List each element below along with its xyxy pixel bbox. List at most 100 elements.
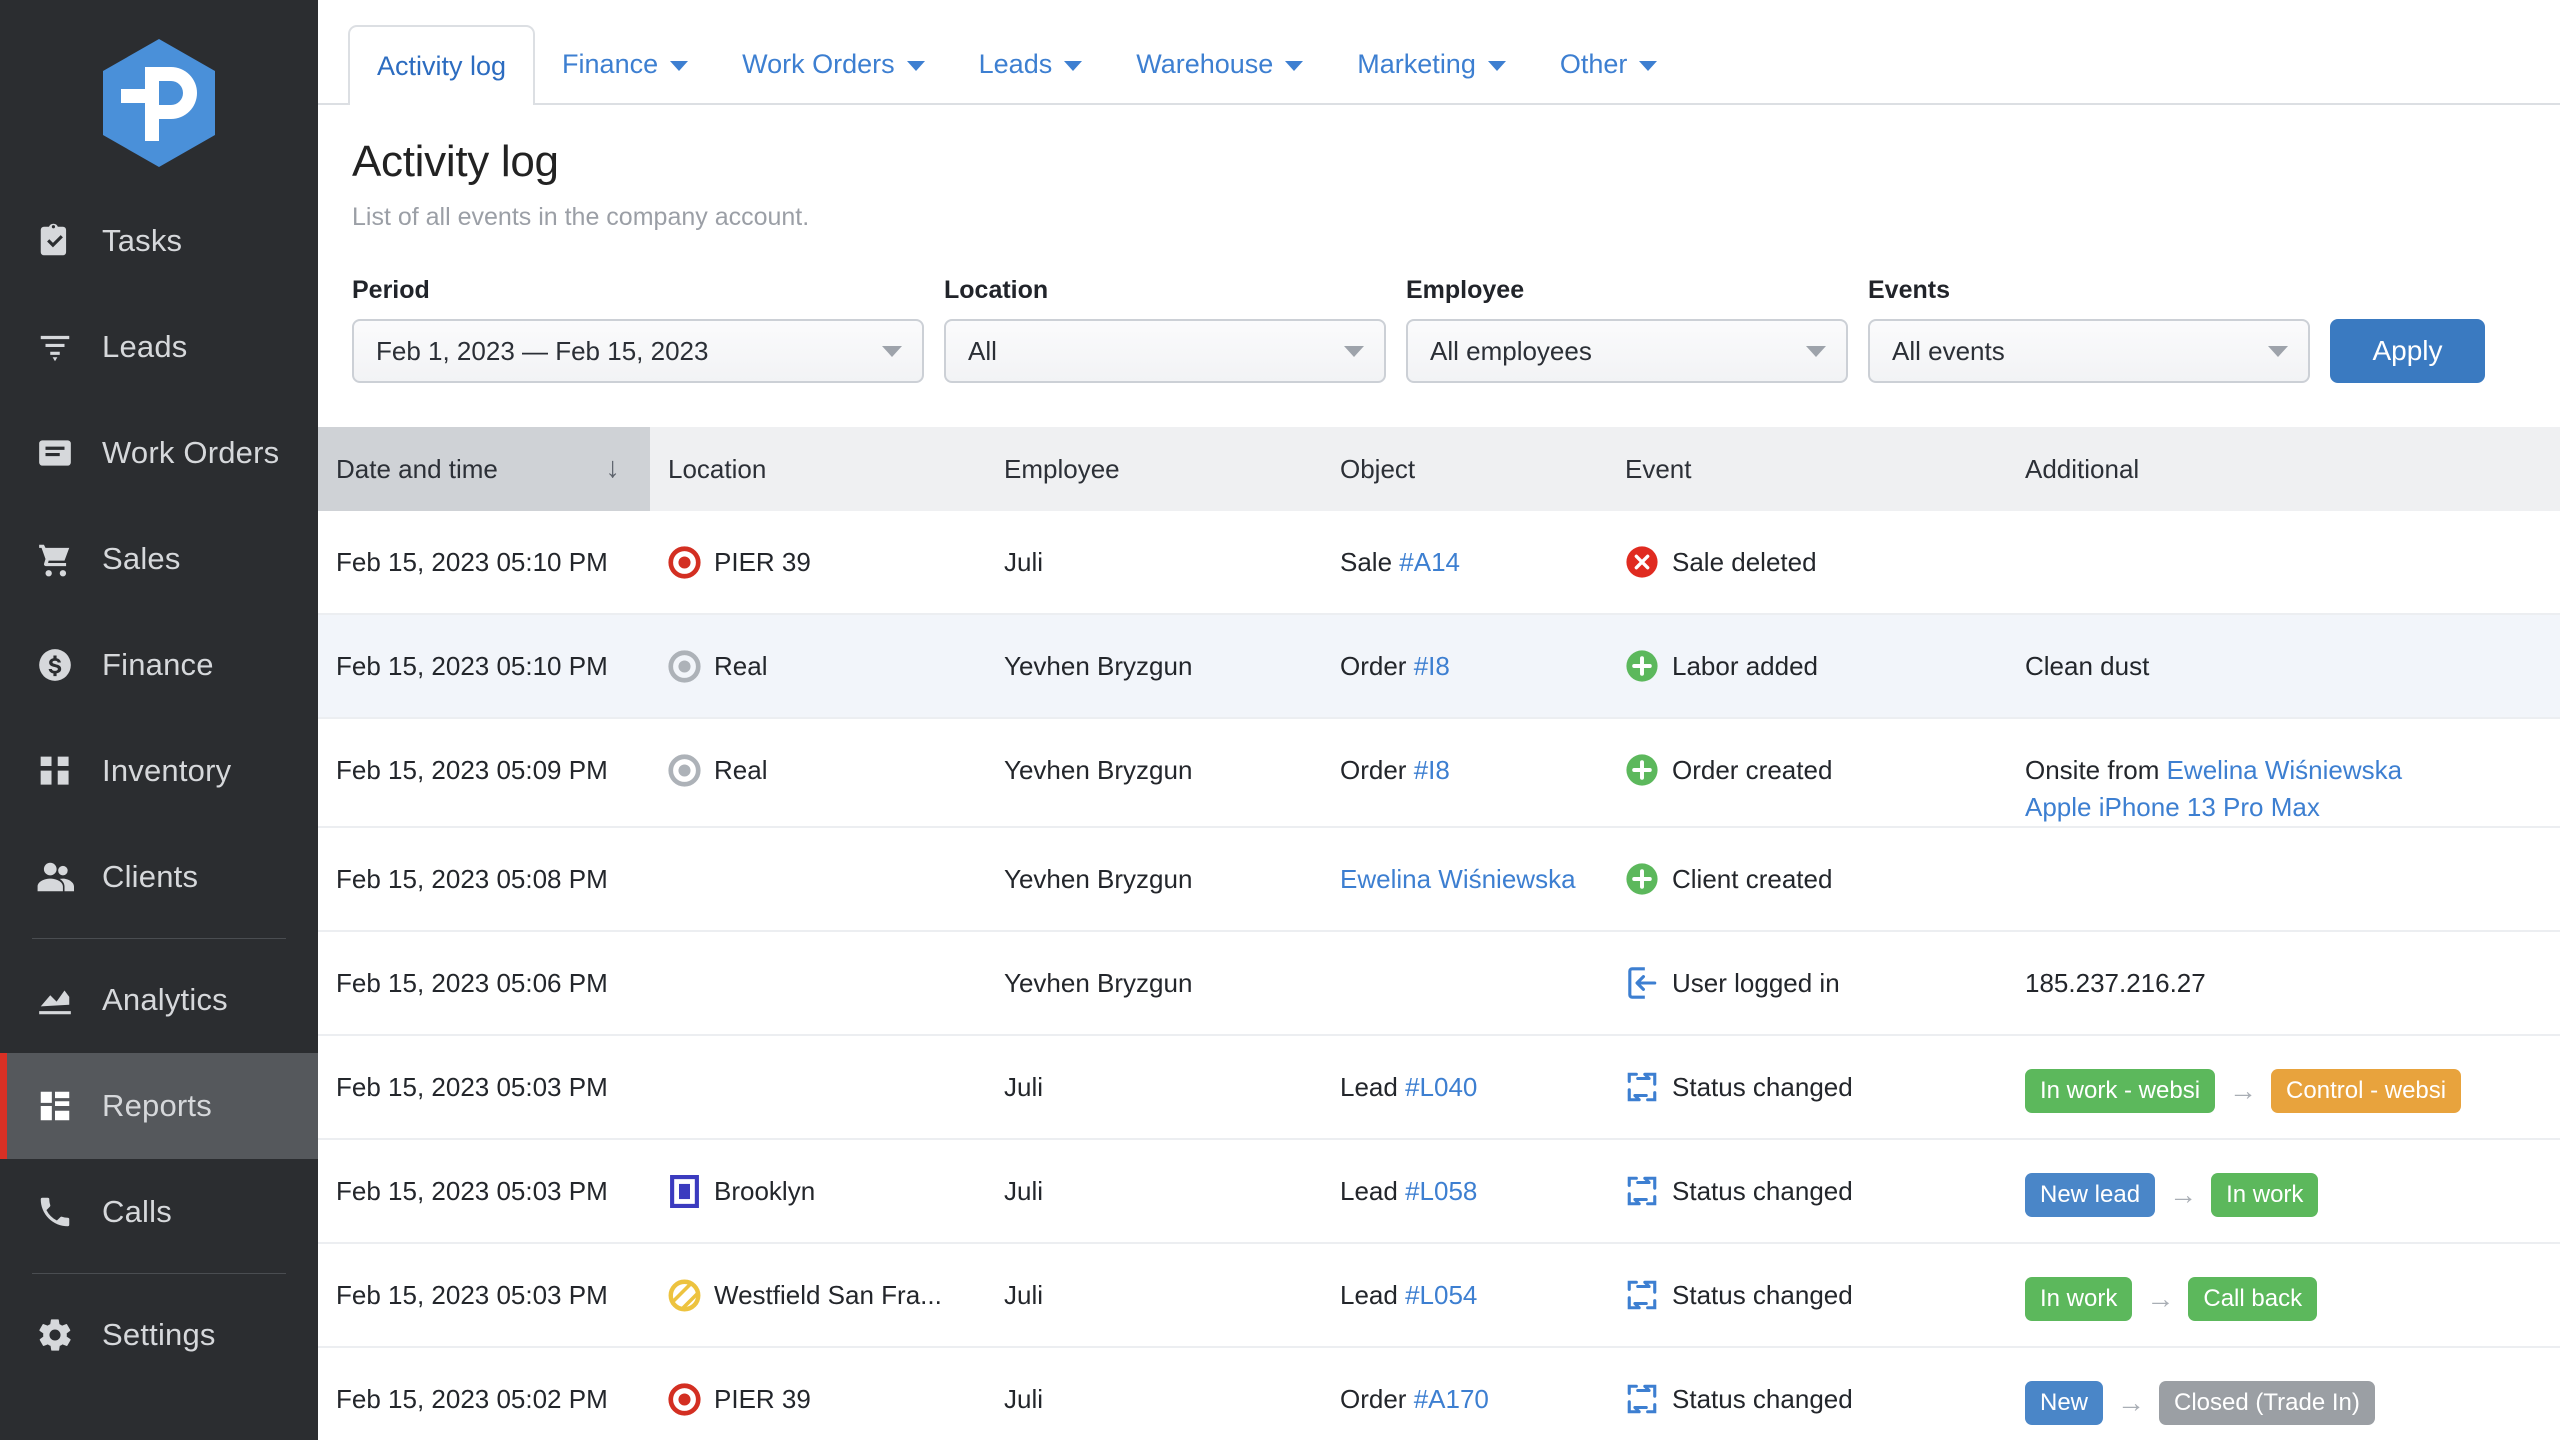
location-name: Real <box>714 755 768 785</box>
sidebar-item-inventory[interactable]: Inventory <box>0 718 318 824</box>
status-change-icon <box>1625 1070 1659 1104</box>
tab-activity-log[interactable]: Activity log <box>348 25 536 105</box>
object-link[interactable]: #L040 <box>1405 1072 1477 1102</box>
tab-marketing[interactable]: Marketing <box>1330 25 1533 103</box>
object-link[interactable]: #L058 <box>1405 1176 1477 1206</box>
sidebar-item-finance[interactable]: Finance <box>0 612 318 718</box>
sidebar-item-tasks[interactable]: Tasks <box>0 188 318 294</box>
chevron-down-icon <box>1344 345 1364 357</box>
chevron-down-icon <box>1639 61 1658 71</box>
cell-date: Feb 15, 2023 05:06 PM <box>336 967 608 998</box>
circle-striped-yellow-icon <box>668 1279 701 1312</box>
sidebar-item-label: Reports <box>102 1088 212 1123</box>
sidebar-item-reports[interactable]: Reports <box>0 1053 318 1159</box>
table-row[interactable]: Feb 15, 2023 05:10 PM PIER 39 Juli Sale #A1… <box>318 511 2560 615</box>
funnel-icon <box>32 324 78 370</box>
table-header-row: Date and time ↓ Location Employee Object Even… <box>318 427 2560 511</box>
status-transition: In work - websi → Control - websi <box>2025 1068 2560 1113</box>
tab-label: Marketing <box>1357 48 1476 79</box>
table-row[interactable]: Feb 15, 2023 05:03 PM Westfield San Fra..… <box>318 1244 2560 1348</box>
phone-icon <box>32 1189 78 1235</box>
column-header-employee[interactable]: Employee <box>986 427 1322 511</box>
chevron-down-icon <box>1285 61 1304 71</box>
object-link[interactable]: #A170 <box>1414 1384 1489 1414</box>
tab-label: Other <box>1559 48 1628 79</box>
login-icon <box>1625 966 1659 1000</box>
status-transition: New → Closed (Trade In) <box>2025 1380 2560 1425</box>
table-row[interactable]: Feb 15, 2023 05:06 PM Yevhen Bryzgun User … <box>318 932 2560 1036</box>
column-header-location[interactable]: Location <box>650 427 986 511</box>
arrow-right-icon: → <box>2117 1386 2146 1418</box>
filter-location-label: Location <box>944 276 1049 304</box>
additional-text: 185.237.216.27 <box>2025 967 2206 998</box>
event-label: Labor added <box>1672 651 1819 681</box>
event-value: Status changed <box>1625 1069 2007 1106</box>
table-row[interactable]: Feb 15, 2023 05:02 PM PIER 39 Juli Order #A… <box>318 1348 2560 1440</box>
additional-link-device[interactable]: Apple iPhone 13 Pro Max <box>2025 792 2320 822</box>
filter-period: Period Feb 1, 2023 — Feb 15, 2023 <box>352 276 924 383</box>
tab-other[interactable]: Other <box>1533 25 1685 103</box>
event-value: Status changed <box>1625 1277 2007 1314</box>
status-badge-to: Control - websi <box>2271 1068 2462 1113</box>
cell-employee: Yevhen Bryzgun <box>1004 863 1193 894</box>
location-name: Brooklyn <box>714 1175 816 1206</box>
column-header-object[interactable]: Object <box>1322 427 1607 511</box>
page-subtitle: List of all events in the company accoun… <box>352 203 810 231</box>
table-row[interactable]: Feb 15, 2023 05:08 PM Yevhen Bryzgun Eweli… <box>318 828 2560 932</box>
cell-additional: In work → Call back <box>2007 1244 2560 1321</box>
object-link[interactable]: #I8 <box>1414 755 1450 785</box>
events-select[interactable]: All events <box>1868 319 2310 383</box>
x-circle-icon <box>1625 545 1659 579</box>
status-change-icon <box>1625 1174 1659 1208</box>
sidebar-item-clients[interactable]: Clients <box>0 824 318 930</box>
column-header-date[interactable]: Date and time ↓ <box>318 427 650 511</box>
object-link[interactable]: #I8 <box>1414 651 1450 681</box>
sidebar: Tasks Leads Work Orders Sales Finance Invento… <box>0 0 318 1440</box>
arrow-right-icon: → <box>2229 1074 2258 1106</box>
sidebar-item-calls[interactable]: Calls <box>0 1159 318 1265</box>
sidebar-item-label: Sales <box>102 541 181 576</box>
column-header-additional[interactable]: Additional <box>2007 427 2560 511</box>
plus-circle-icon <box>1625 862 1659 896</box>
table-row[interactable]: Feb 15, 2023 05:09 PM Real Yevhen Bryzgun O… <box>318 719 2560 828</box>
sidebar-item-sales[interactable]: Sales <box>0 506 318 612</box>
arrow-right-icon: → <box>2169 1178 2198 1210</box>
activity-log-table: Date and time ↓ Location Employee Object Even… <box>318 427 2560 1440</box>
column-header-event[interactable]: Event <box>1607 427 2007 511</box>
sidebar-item-label: Clients <box>102 859 199 894</box>
status-change-icon <box>1625 1382 1659 1416</box>
table-row[interactable]: Feb 15, 2023 05:03 PM Brooklyn Juli Lead #L… <box>318 1140 2560 1244</box>
apply-button[interactable]: Apply <box>2330 319 2485 383</box>
tab-leads[interactable]: Leads <box>952 25 1110 103</box>
sidebar-item-leads[interactable]: Leads <box>0 294 318 400</box>
sidebar-item-work-orders[interactable]: Work Orders <box>0 400 318 506</box>
object-link[interactable]: #A14 <box>1399 547 1460 577</box>
cell-object: Lead #L058 <box>1322 1140 1607 1210</box>
location-name: PIER 39 <box>714 1383 811 1414</box>
cell-event: Status changed <box>1607 1244 2007 1314</box>
tab-label: Warehouse <box>1136 48 1274 79</box>
status-transition: In work → Call back <box>2025 1276 2560 1321</box>
status-change-icon <box>1625 1278 1659 1312</box>
arrow-right-icon: → <box>2146 1282 2175 1314</box>
gear-icon <box>32 1312 78 1358</box>
table-row[interactable]: Feb 15, 2023 05:03 PM Juli Lead #L040 Statu… <box>318 1036 2560 1140</box>
sidebar-item-analytics[interactable]: Analytics <box>0 947 318 1053</box>
tab-warehouse[interactable]: Warehouse <box>1109 25 1330 103</box>
period-select[interactable]: Feb 1, 2023 — Feb 15, 2023 <box>352 319 924 383</box>
table-row[interactable]: Feb 15, 2023 05:10 PM Real Yevhen Bryzgun O… <box>318 615 2560 719</box>
location-select[interactable]: All <box>944 319 1386 383</box>
additional-link-client[interactable]: Ewelina Wiśniewska <box>2167 755 2403 785</box>
object-prefix: Lead <box>1340 1175 1406 1206</box>
object-link[interactable]: Ewelina Wiśniewska <box>1340 864 1576 894</box>
tab-finance[interactable]: Finance <box>535 25 715 103</box>
sidebar-item-settings[interactable]: Settings <box>0 1282 318 1388</box>
tab-work-orders[interactable]: Work Orders <box>715 25 952 103</box>
cell-date: Feb 15, 2023 05:10 PM <box>336 547 608 577</box>
app-logo[interactable] <box>0 18 318 188</box>
filter-period-label: Period <box>352 276 430 304</box>
employee-select-value: All employees <box>1430 335 1592 366</box>
location-value: Real <box>668 752 986 789</box>
employee-select[interactable]: All employees <box>1406 319 1848 383</box>
object-link[interactable]: #L054 <box>1405 1280 1477 1310</box>
